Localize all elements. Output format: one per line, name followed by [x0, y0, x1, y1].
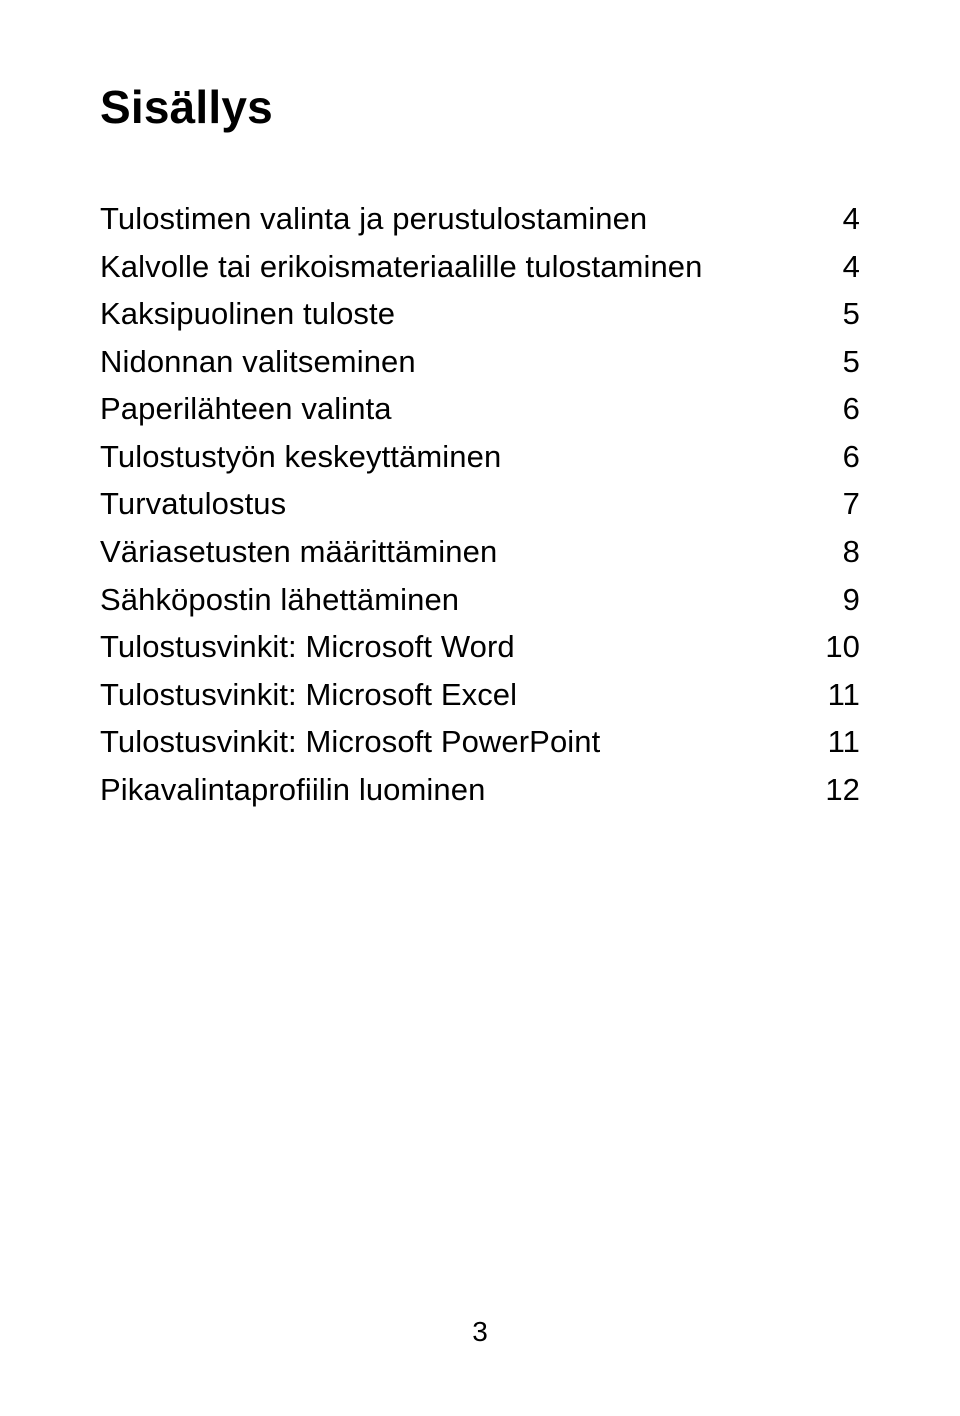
toc-row: Nidonnan valitseminen 5: [100, 339, 860, 385]
toc-row: Turvatulostus 7: [100, 481, 860, 527]
toc-row: Tulostustyön keskeyttäminen 6: [100, 434, 860, 480]
toc-page: 11: [820, 719, 860, 765]
toc-page: 7: [820, 481, 860, 527]
toc-row: Sähköpostin lähettäminen 9: [100, 577, 860, 623]
toc-label: Kalvolle tai erikoismateriaalille tulost…: [100, 244, 820, 290]
toc-row: Kaksipuolinen tuloste 5: [100, 291, 860, 337]
toc-label: Tulostustyön keskeyttäminen: [100, 434, 820, 480]
toc-page: 11: [820, 672, 860, 718]
toc-page: 5: [820, 291, 860, 337]
toc-label: Turvatulostus: [100, 481, 820, 527]
toc-row: Kalvolle tai erikoismateriaalille tulost…: [100, 244, 860, 290]
page-number: 3: [0, 1316, 960, 1348]
toc-page: 10: [820, 624, 860, 670]
toc-label: Tulostusvinkit: Microsoft PowerPoint: [100, 719, 820, 765]
toc-row: Väriasetusten määrittäminen 8: [100, 529, 860, 575]
toc-label: Sähköpostin lähettäminen: [100, 577, 820, 623]
page-title: Sisällys: [100, 80, 860, 134]
toc-page: 4: [820, 244, 860, 290]
toc-label: Tulostusvinkit: Microsoft Word: [100, 624, 820, 670]
toc-label: Väriasetusten määrittäminen: [100, 529, 820, 575]
toc-page: 6: [820, 386, 860, 432]
toc-row: Pikavalintaprofiilin luominen 12: [100, 767, 860, 813]
toc-page: 9: [820, 577, 860, 623]
toc-row: Tulostusvinkit: Microsoft Excel 11: [100, 672, 860, 718]
toc-label: Tulostimen valinta ja perustulostaminen: [100, 196, 820, 242]
toc-row: Tulostimen valinta ja perustulostaminen …: [100, 196, 860, 242]
toc-page: 4: [820, 196, 860, 242]
toc-row: Tulostusvinkit: Microsoft Word 10: [100, 624, 860, 670]
toc-page: 6: [820, 434, 860, 480]
toc-page: 12: [820, 767, 860, 813]
toc-row: Paperilähteen valinta 6: [100, 386, 860, 432]
toc-page: 5: [820, 339, 860, 385]
toc-label: Nidonnan valitseminen: [100, 339, 820, 385]
toc-label: Paperilähteen valinta: [100, 386, 820, 432]
toc-label: Tulostusvinkit: Microsoft Excel: [100, 672, 820, 718]
table-of-contents: Tulostimen valinta ja perustulostaminen …: [100, 196, 860, 812]
toc-row: Tulostusvinkit: Microsoft PowerPoint 11: [100, 719, 860, 765]
toc-page: 8: [820, 529, 860, 575]
toc-label: Kaksipuolinen tuloste: [100, 291, 820, 337]
toc-label: Pikavalintaprofiilin luominen: [100, 767, 820, 813]
